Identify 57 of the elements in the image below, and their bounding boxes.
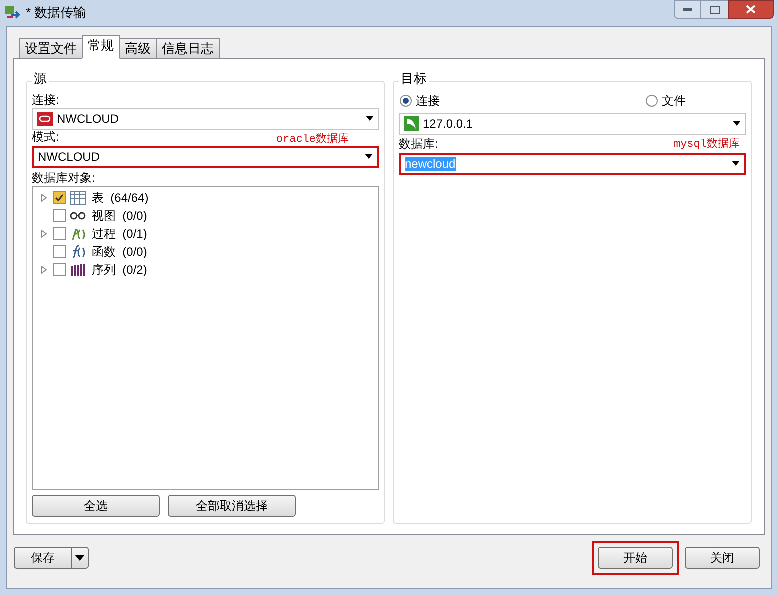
field-label: 模式:: [32, 128, 60, 146]
annotation-label: oracle数据库: [276, 134, 349, 146]
radio-label[interactable]: 连接: [416, 92, 440, 110]
tab[interactable]: 设置文件: [19, 38, 83, 59]
connection-dropdown[interactable]: 127.0.0.1: [399, 112, 746, 134]
procedure-icon: [70, 226, 86, 240]
save-button[interactable]: 保存: [14, 547, 72, 569]
radio-label[interactable]: 文件: [662, 92, 686, 110]
field-label: 连接:: [32, 92, 60, 108]
schema-dropdown[interactable]: NWCLOUD: [32, 146, 379, 168]
field-label: 数据库对象:: [32, 170, 96, 186]
maximize-icon: [710, 6, 720, 14]
tree-item-label[interactable]: 序列 (0/2): [92, 260, 148, 278]
tab[interactable]: 常规: [82, 35, 120, 59]
close-button[interactable]: [728, 0, 774, 19]
save-menu-button[interactable]: [72, 547, 89, 569]
tree-item-label[interactable]: 过程 (0/1): [92, 224, 148, 242]
radio-button[interactable]: [400, 94, 412, 106]
glasses-icon: [70, 212, 86, 220]
radio-button[interactable]: [646, 94, 658, 106]
window-title: * 数据传输: [26, 4, 87, 22]
check-icon: [55, 194, 64, 202]
expand-arrow-icon[interactable]: [41, 266, 47, 274]
maximize-button[interactable]: [701, 0, 728, 19]
tree-item-label[interactable]: 函数 (0/0): [92, 242, 148, 260]
app-icon: [4, 5, 22, 21]
tab[interactable]: 高级: [119, 38, 157, 59]
tree-item-label[interactable]: 视图 (0/0): [92, 206, 148, 224]
checkbox[interactable]: [53, 263, 66, 276]
function-icon: [70, 244, 86, 258]
table-icon: [70, 190, 86, 204]
select-button[interactable]: 全部取消选择: [168, 495, 296, 517]
checkbox[interactable]: [53, 227, 66, 240]
expand-arrow-icon[interactable]: [41, 230, 47, 238]
caret-icon: [365, 154, 373, 159]
annotation-label: mysql数据库: [674, 138, 740, 150]
caret-icon: [75, 555, 85, 561]
caret-icon: [732, 161, 740, 166]
tree-item-label[interactable]: 表 (64/64): [92, 188, 149, 206]
close-icon: [746, 5, 756, 14]
checkbox[interactable]: [53, 191, 66, 204]
connection-dropdown[interactable]: NWCLOUD: [32, 108, 379, 130]
sequence-icon: [70, 262, 86, 276]
caret-icon: [366, 116, 374, 121]
dialog-button[interactable]: 关闭: [685, 547, 760, 569]
checkbox[interactable]: [53, 245, 66, 258]
field-label: 数据库:: [399, 136, 438, 152]
minimize-button[interactable]: [674, 0, 701, 19]
tab[interactable]: 信息日志: [156, 38, 220, 59]
checkbox[interactable]: [53, 209, 66, 222]
dialog-button[interactable]: 开始: [598, 547, 673, 569]
caret-icon: [733, 121, 741, 126]
database-icon: [37, 112, 53, 126]
select-button[interactable]: 全选: [32, 495, 160, 517]
minimize-icon: [683, 8, 692, 11]
dolphin-icon: [404, 116, 419, 131]
expand-arrow-icon[interactable]: [41, 194, 47, 202]
